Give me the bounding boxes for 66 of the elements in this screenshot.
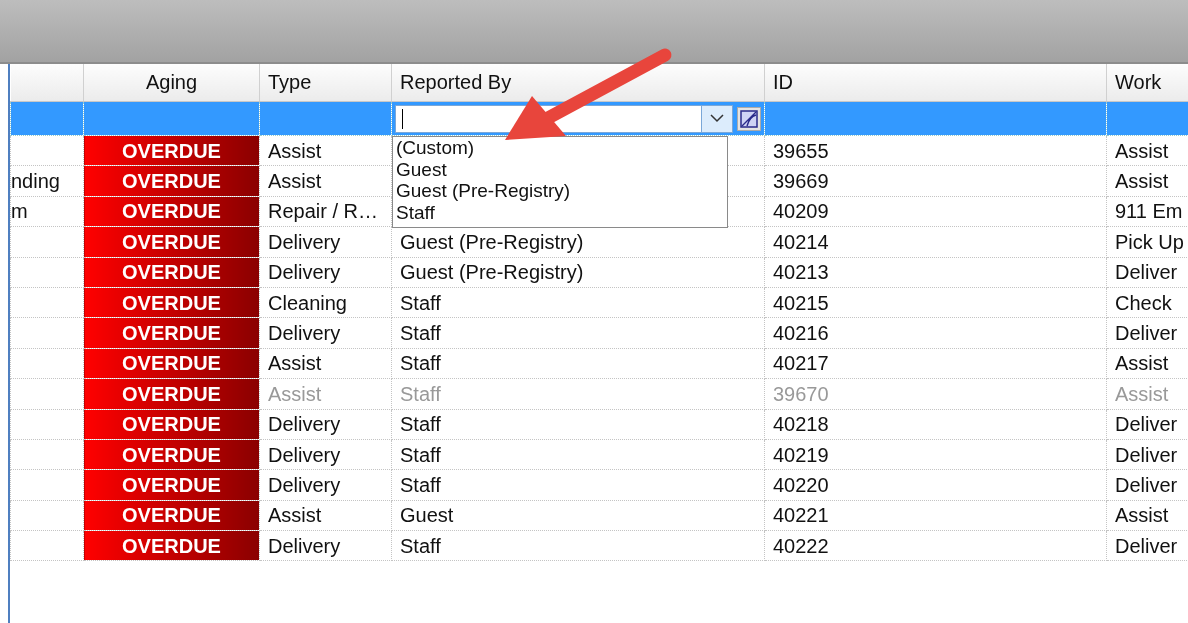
- overdue-status-cell: OVERDUE: [83, 287, 260, 318]
- table-cell: Delivery: [259, 469, 392, 501]
- table-cell: Staff: [391, 439, 765, 470]
- table-cell: Delivery: [259, 257, 392, 288]
- clear-filter-button[interactable]: [737, 106, 761, 131]
- table-cell: Staff: [391, 469, 765, 501]
- table-cell: 40218: [764, 409, 1107, 440]
- table-cell: Cleaning: [259, 287, 392, 318]
- table-cell: 40221: [764, 500, 1107, 531]
- table-cell: Delivery: [259, 317, 392, 349]
- table-cell: Staff: [391, 317, 765, 349]
- table-cell: Delivery: [259, 226, 392, 258]
- column-header[interactable]: Aging: [83, 64, 260, 102]
- column-header[interactable]: Work: [1106, 64, 1188, 102]
- column-header[interactable]: ID: [764, 64, 1107, 102]
- table-cell: 40216: [764, 317, 1107, 349]
- table-cell: 40219: [764, 439, 1107, 470]
- table-cell: 40214: [764, 226, 1107, 258]
- chevron-down-icon: [710, 114, 724, 123]
- table-cell: Assist: [259, 348, 392, 379]
- table-cell: Guest (Pre-Registry): [391, 257, 765, 288]
- dropdown-option[interactable]: Guest (Pre-Registry): [396, 180, 727, 202]
- table-cell: Assist: [259, 500, 392, 531]
- overdue-status-cell: OVERDUE: [83, 439, 260, 470]
- table-cell: 39655: [764, 135, 1107, 166]
- table-cell: Staff: [391, 287, 765, 318]
- column-header[interactable]: Type: [259, 64, 392, 102]
- table-cell: m: [10, 196, 84, 227]
- table-cell: Repair / R…: [259, 196, 392, 227]
- overdue-status-cell: OVERDUE: [83, 378, 260, 409]
- overdue-status-cell: OVERDUE: [83, 530, 260, 561]
- table-cell: 40217: [764, 348, 1107, 379]
- overdue-status-cell: OVERDUE: [83, 317, 260, 349]
- table-cell: Delivery: [259, 409, 392, 440]
- table-cell: Staff: [391, 348, 765, 379]
- overdue-status-cell: OVERDUE: [83, 469, 260, 501]
- table-cell: Assist: [259, 378, 392, 409]
- table-cell: nding: [10, 165, 84, 197]
- overdue-status-cell: OVERDUE: [83, 500, 260, 531]
- filter-clear-icon: [740, 109, 758, 128]
- table-cell: Assist: [259, 165, 392, 197]
- overdue-status-cell: OVERDUE: [83, 135, 260, 166]
- table-cell: 39669: [764, 165, 1107, 197]
- table-cell: Guest: [391, 500, 765, 531]
- table-cell: 40222: [764, 530, 1107, 561]
- overdue-status-cell: OVERDUE: [83, 226, 260, 258]
- overdue-status-cell: OVERDUE: [83, 257, 260, 288]
- table-cell: Staff: [391, 409, 765, 440]
- overdue-status-cell: OVERDUE: [83, 409, 260, 440]
- dropdown-button[interactable]: [701, 105, 732, 132]
- table-cell: 39670: [764, 378, 1107, 409]
- filter-row[interactable]: [10, 101, 1188, 136]
- table-cell: Staff: [391, 378, 765, 409]
- table-cell: Delivery: [259, 439, 392, 470]
- table-cell: 40220: [764, 469, 1107, 501]
- dropdown-option[interactable]: Guest: [396, 158, 727, 180]
- overdue-status-cell: OVERDUE: [83, 196, 260, 227]
- table-cell: Delivery: [259, 530, 392, 561]
- table-cell: 40209: [764, 196, 1107, 227]
- table-cell: Staff: [391, 530, 765, 561]
- table-cell: Assist: [259, 135, 392, 166]
- column-header[interactable]: Reported By: [391, 64, 765, 102]
- table-cell: 40215: [764, 287, 1107, 318]
- table-cell: 40213: [764, 257, 1107, 288]
- overdue-status-cell: OVERDUE: [83, 165, 260, 197]
- overdue-status-cell: OVERDUE: [83, 348, 260, 379]
